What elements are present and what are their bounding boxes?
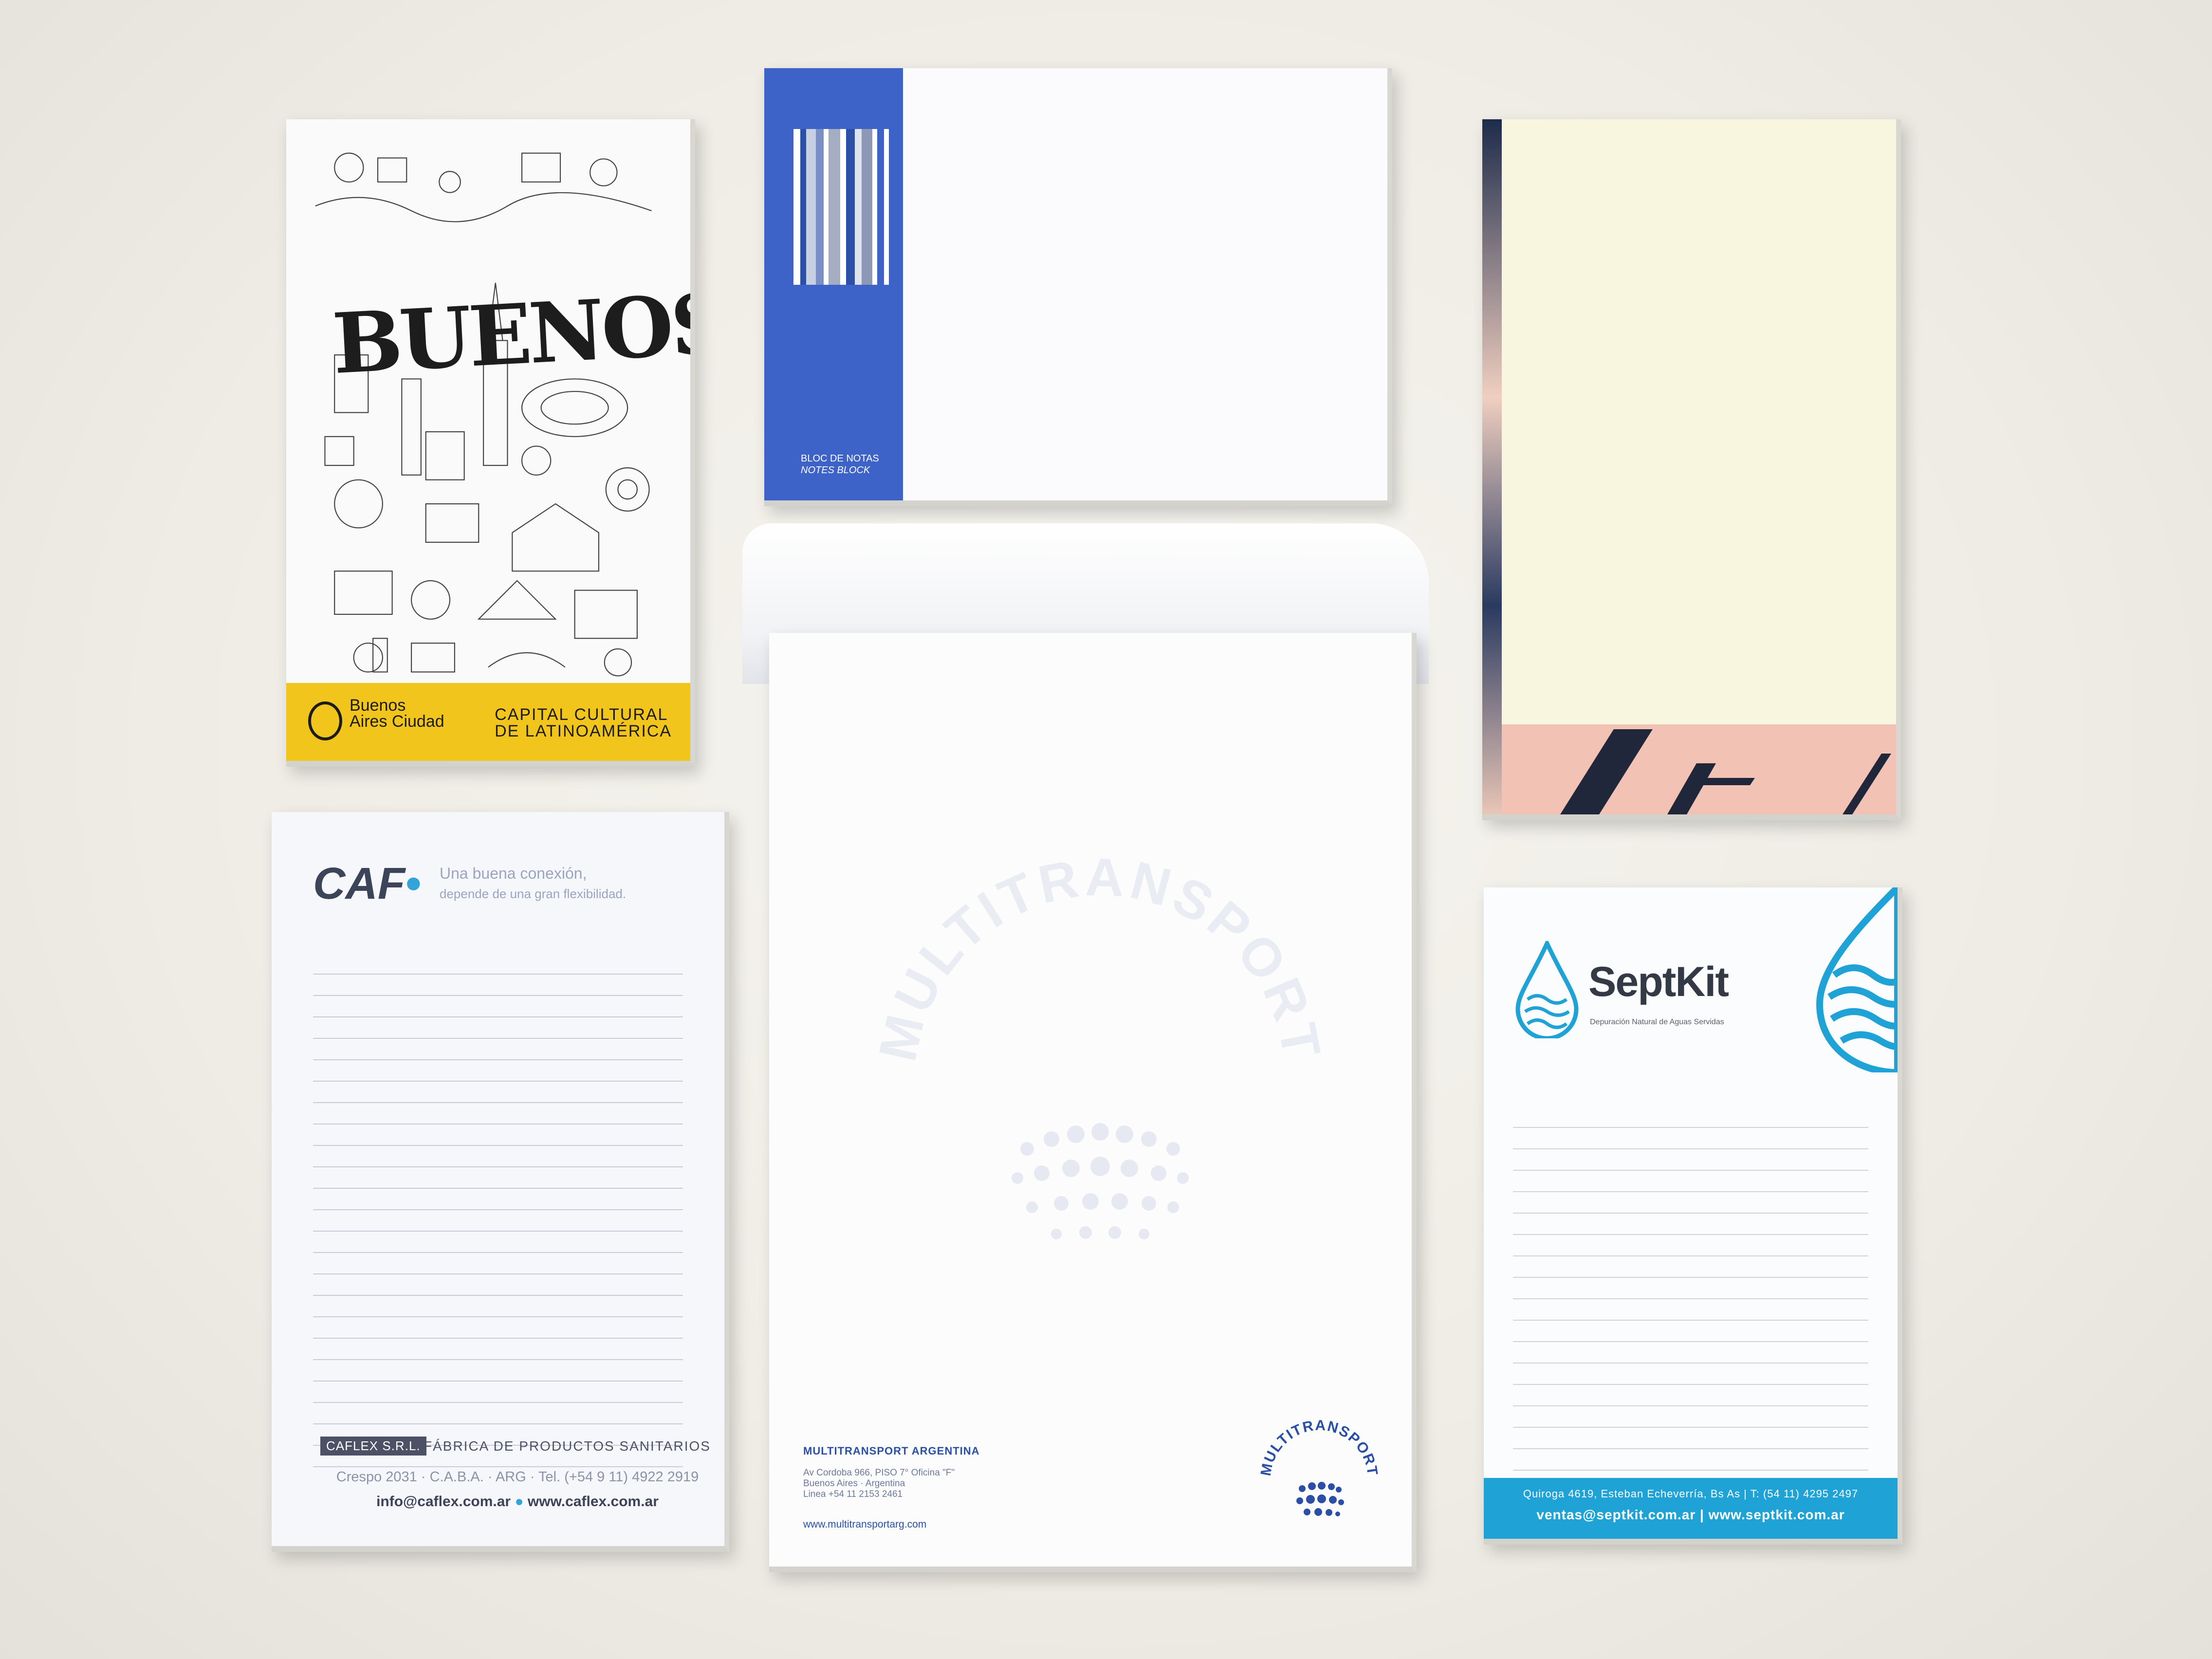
septkit-notepad: SeptKit Depuración Natural de Aguas Serv… xyxy=(1484,887,1902,1545)
buenos-aires-title: BUENOSAIRES xyxy=(330,260,695,393)
septkit-footer: Quiroga 4619, Esteban Echeverría, Bs As … xyxy=(1484,1478,1898,1539)
address-line-3: Linea +54 11 2153 2461 xyxy=(803,1489,903,1499)
bloc-label-1: BLOC DE NOTAS xyxy=(801,453,879,464)
septkit-contact: ventas@septkit.com.ar | www.septkit.com.… xyxy=(1536,1507,1845,1522)
bloc-de-notas-pad: BLOC DE NOTAS NOTES BLOCK xyxy=(764,68,1392,506)
abstract-shapes-graphic xyxy=(1560,729,1891,814)
multitransport-address: Av Cordoba 966, PISO 7° Oficina "F" Buen… xyxy=(803,1468,955,1500)
septkit-tagline: Depuración Natural de Aguas Servidas xyxy=(1590,1018,1724,1026)
city-seal-icon xyxy=(308,701,342,740)
caflex-contact: info@caflex.com.ar ● www.caflex.com.ar xyxy=(328,1493,707,1510)
drop-icon: ● xyxy=(515,1493,528,1510)
yellow-band: Buenos Aires Ciudad CAPITAL CULTURAL DE … xyxy=(286,683,690,761)
city-illustration xyxy=(315,152,652,677)
large-drop-graphic xyxy=(1816,887,1898,1072)
slogan-line-1: Una buena conexión, xyxy=(440,865,587,882)
capital-tagline: CAPITAL CULTURAL DE LATINOAMÉRICA xyxy=(495,706,672,739)
pastel-notepad xyxy=(1482,119,1901,820)
multitransport-pad: MULTITRANSPORT MULTITRANSPORT ARGENTINA … xyxy=(769,633,1417,1572)
water-drop-icon: • xyxy=(405,859,421,908)
pastel-side-edge xyxy=(1482,119,1502,814)
septkit-brand: SeptKit xyxy=(1588,959,1729,1005)
svg-text:MULTITRANSPORT: MULTITRANSPORT xyxy=(867,847,1333,1067)
bloc-label: BLOC DE NOTAS NOTES BLOCK xyxy=(801,453,879,476)
caflex-notepad: CAF• Una buena conexión, depende de una … xyxy=(272,812,729,1552)
tagline-line-2: DE LATINOAMÉRICA xyxy=(495,722,672,740)
address-line-1: Av Cordoba 966, PISO 7° Oficina "F" xyxy=(803,1468,955,1478)
septkit-address: Quiroga 4619, Esteban Echeverría, Bs As … xyxy=(1523,1488,1859,1500)
multitransport-web: www.multitransportarg.com xyxy=(803,1519,927,1530)
septkit-drop-icon xyxy=(1515,941,1579,1038)
caflex-badge: CAFLEX S.R.L. xyxy=(320,1437,426,1456)
address-line-2: Buenos Aires · Argentina xyxy=(803,1478,905,1489)
caflex-subtitle: FÁBRICA DE PRODUCTOS SANITARIOS xyxy=(424,1438,711,1454)
slogan-line-2: depende de una gran flexibilidad. xyxy=(440,886,627,901)
caflex-slogan: Una buena conexión, depende de una gran … xyxy=(440,863,626,904)
multitransport-watermark: MULTITRANSPORT xyxy=(867,847,1333,1239)
pink-band xyxy=(1502,724,1896,814)
buenos-aires-notepad: BUENOSAIRES Buenos Aires Ciudad CAPITAL … xyxy=(286,119,695,767)
bloc-label-2: NOTES BLOCK xyxy=(801,465,870,476)
ruled-lines xyxy=(313,953,683,1467)
globe-logo-icon: MULTITRANSPORT xyxy=(1258,1418,1381,1516)
svg-text:MULTITRANSPORT: MULTITRANSPORT xyxy=(1258,1418,1381,1477)
caflex-web: www.caflex.com.ar xyxy=(527,1493,659,1510)
caflex-address: Crespo 2031 · C.A.B.A. · ARG · Tel. (+54… xyxy=(336,1469,699,1485)
multitransport-company: MULTITRANSPORT ARGENTINA xyxy=(803,1445,980,1457)
ruled-lines xyxy=(1513,1106,1868,1471)
caflex-email: info@caflex.com.ar xyxy=(376,1493,511,1510)
caflex-logo: CAF• xyxy=(313,859,421,908)
tagline-line-1: CAPITAL CULTURAL xyxy=(495,705,668,724)
city-logo-text: Buenos Aires Ciudad xyxy=(350,696,444,731)
stripe-pattern xyxy=(764,129,903,285)
